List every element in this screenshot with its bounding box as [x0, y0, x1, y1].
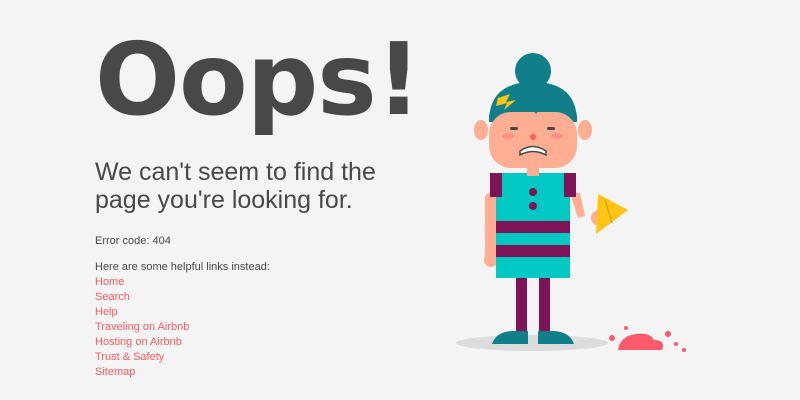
dress-button-1	[529, 188, 537, 196]
left-eye	[510, 127, 518, 130]
left-ear	[474, 120, 488, 140]
helpful-links-list: Home Search Help Traveling on Airbnb Hos…	[95, 275, 455, 380]
ice-cream-cone	[596, 194, 628, 234]
page-title: Oops!	[95, 21, 421, 138]
right-ear	[578, 120, 592, 140]
right-sleeve	[564, 173, 576, 197]
splat-drop-1	[609, 335, 615, 341]
right-shoe	[538, 331, 574, 344]
dress-button-2	[529, 202, 537, 210]
helpful-links-intro: Here are some helpful links instead:	[95, 261, 270, 273]
link-sitemap[interactable]: Sitemap	[95, 365, 455, 380]
link-traveling-on-airbnb[interactable]: Traveling on Airbnb	[95, 320, 455, 335]
ground-shadow	[456, 335, 608, 351]
link-trust-and-safety[interactable]: Trust & Safety	[95, 350, 455, 365]
dress-stripe-2	[496, 245, 570, 257]
ice-cream-splat	[618, 333, 663, 350]
nose	[530, 134, 536, 140]
splat-drop-2	[665, 331, 671, 337]
link-hosting-on-airbnb[interactable]: Hosting on Airbnb	[95, 335, 455, 350]
left-cheek	[502, 133, 514, 139]
link-search[interactable]: Search	[95, 290, 455, 305]
left-shoe	[492, 331, 528, 344]
right-cheek	[551, 133, 563, 139]
left-hand	[484, 253, 498, 267]
error-message: We can't seem to find the page you're lo…	[95, 158, 376, 214]
splat-drop-3	[674, 342, 678, 346]
dress-stripe-1	[496, 221, 570, 233]
left-sleeve	[490, 173, 502, 197]
left-arm	[485, 193, 496, 263]
link-home[interactable]: Home	[95, 275, 455, 290]
splat-drop-4	[682, 348, 686, 352]
splat-drop-5	[624, 326, 628, 330]
girl-with-dropped-ice-cream-icon	[456, 53, 686, 352]
error-content: Oops! We can't seem to find the page you…	[95, 30, 455, 380]
error-code: Error code: 404	[95, 235, 171, 247]
link-help[interactable]: Help	[95, 305, 455, 320]
right-eye	[547, 127, 555, 130]
